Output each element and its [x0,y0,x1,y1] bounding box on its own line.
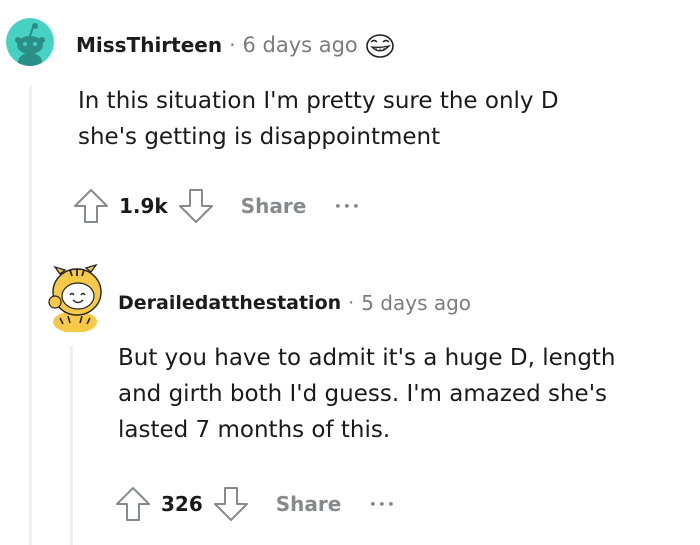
author-name[interactable]: MissThirteen [76,33,222,57]
share-button[interactable]: Share [241,194,307,218]
reddit-snoo-avatar-icon [6,18,54,66]
avatar[interactable] [44,262,106,332]
comment-actions: 326 Share ••• [114,484,396,524]
meta-separator: · [348,292,355,314]
share-button[interactable]: Share [276,492,342,516]
author-name[interactable]: Derailedatthestation [118,292,341,314]
grinning-face-award-icon[interactable] [364,31,396,59]
vote-score: 326 [161,492,203,516]
more-options-button[interactable]: ••• [334,200,361,213]
comment-body-line: lasted 7 months of this. [118,417,391,443]
avatar[interactable] [6,18,54,66]
timestamp[interactable]: 6 days ago [242,33,357,57]
comment-body-line: But you have to admit it's a huge D, len… [118,345,616,371]
upvote-arrow-icon[interactable] [72,187,110,225]
comment-body-line: In this situation I'm pretty sure the on… [78,88,559,114]
comment-body-line: she's getting is disappointment [78,124,441,150]
meta-separator: · [229,33,236,57]
comment-body: But you have to admit it's a huge D, len… [118,340,616,448]
timestamp[interactable]: 5 days ago [361,291,471,315]
comment-body: In this situation I'm pretty sure the on… [78,83,559,155]
comment-meta: MissThirteen · 6 days ago [76,32,396,58]
downvote-arrow-icon[interactable] [212,485,250,523]
comment-body-line: and girth both I'd guess. I'm amazed she… [118,381,608,407]
downvote-arrow-icon[interactable] [177,187,215,225]
comment-meta: Derailedatthestation · 5 days ago [118,290,471,316]
thread-line-2[interactable] [70,346,73,545]
comment-actions: 1.9k Share ••• [72,186,361,226]
upvote-arrow-icon[interactable] [114,485,152,523]
vote-score: 1.9k [119,194,168,218]
more-options-button[interactable]: ••• [369,498,396,511]
thread-line-1[interactable] [29,86,32,545]
tiger-costume-snoo-avatar-icon [48,263,102,332]
